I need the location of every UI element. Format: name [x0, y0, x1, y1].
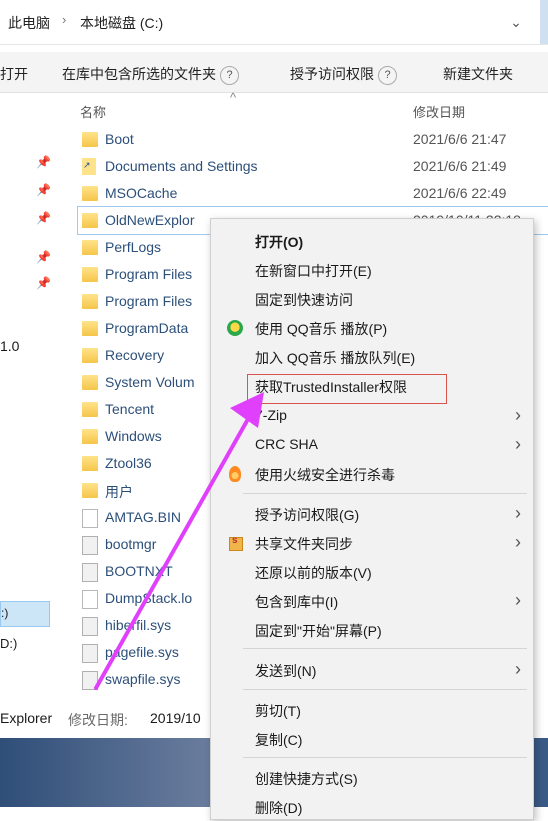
chevron-right-icon: › — [515, 532, 521, 552]
list-item[interactable]: Documents and Settings2021/6/6 21:49 — [78, 153, 548, 180]
include-in-library-label: 在库中包含所选的文件夹 — [62, 66, 216, 82]
menu-item-huorong-scan[interactable]: 使用火绒安全进行杀毒 — [211, 460, 533, 488]
nav-item-drive-d[interactable]: D:) — [0, 636, 17, 651]
menu-item-include-library[interactable]: 包含到库中(I) › — [211, 587, 533, 615]
folder-icon — [82, 294, 98, 309]
menu-separator — [243, 648, 527, 649]
folder-icon — [82, 267, 98, 282]
sort-up-icon: ^ — [230, 90, 237, 105]
system-file-icon — [82, 671, 98, 690]
menu-item-cut[interactable]: 剪切(T) — [211, 696, 533, 724]
list-item[interactable]: MSOCache 2021/6/6 22:49 — [78, 180, 548, 207]
menu-item-open[interactable]: 打开(O) — [211, 227, 533, 255]
chevron-right-icon: › — [515, 405, 521, 425]
system-file-icon — [82, 536, 98, 555]
help-icon[interactable]: ? — [378, 65, 397, 85]
menu-item-delete[interactable]: 删除(D) — [211, 793, 533, 821]
chevron-right-icon: › — [515, 659, 521, 679]
menu-item-open-new-window[interactable]: 在新窗口中打开(E) — [211, 256, 533, 284]
nav-item-drive-c[interactable]: :) — [0, 601, 50, 627]
menu-item-crc-sha[interactable]: CRC SHA › — [211, 431, 533, 459]
modified-value: 2019/10 — [150, 710, 201, 726]
qq-music-icon — [227, 320, 243, 336]
system-file-icon — [82, 617, 98, 636]
breadcrumb-local-disk[interactable]: 本地磁盘 (C:) — [80, 13, 163, 33]
folder-icon — [82, 132, 98, 147]
menu-item-copy[interactable]: 复制(C) — [211, 725, 533, 753]
folder-icon — [82, 213, 98, 228]
grant-access-button[interactable]: 授予访问权限? — [290, 64, 397, 85]
menu-item-qq-queue[interactable]: 加入 QQ音乐 播放队列(E) — [211, 343, 533, 371]
pin-icon: 📌 — [36, 183, 51, 197]
pin-icon: 📌 — [36, 250, 51, 264]
folder-icon — [82, 348, 98, 363]
pin-icon: 📌 — [36, 155, 51, 169]
folder-icon — [82, 429, 98, 444]
menu-item-send-to[interactable]: 发送到(N) › — [211, 656, 533, 684]
menu-item-7zip[interactable]: 7-Zip › — [211, 402, 533, 430]
nav-drive-c-label: :) — [1, 606, 9, 620]
menu-separator — [243, 493, 527, 494]
chevron-down-icon[interactable]: ⌄ — [504, 10, 528, 34]
help-icon[interactable]: ? — [220, 65, 239, 85]
selected-item-name: Explorer — [0, 710, 53, 726]
menu-item-pin-start[interactable]: 固定到"开始"屏幕(P) — [211, 616, 533, 644]
chevron-right-icon: › — [515, 434, 521, 454]
window-edge — [540, 0, 548, 44]
folder-icon — [82, 456, 98, 471]
navigation-pane: 📌 📌 📌 📌 📌 1.0 :) D:) — [0, 93, 70, 703]
grant-access-label: 授予访问权限 — [290, 66, 374, 82]
list-item[interactable]: Boot 2021/6/6 21:47 — [78, 126, 548, 153]
system-file-icon — [82, 563, 98, 582]
folder-icon — [82, 240, 98, 255]
breadcrumb-this-pc[interactable]: 此电脑 — [8, 13, 50, 33]
modified-label: 修改日期: — [68, 712, 128, 728]
menu-item-pin-quick-access[interactable]: 固定到快速访问 — [211, 285, 533, 313]
huorong-icon — [229, 466, 241, 482]
new-folder-button[interactable]: 新建文件夹 — [443, 64, 513, 84]
menu-item-grant-access[interactable]: 授予访问权限(G) › — [211, 500, 533, 528]
context-menu: 打开(O) 在新窗口中打开(E) 固定到快速访问 使用 QQ音乐 播放(P) 加… — [210, 218, 534, 820]
share-sync-icon — [229, 535, 243, 551]
open-button[interactable]: 打开 — [0, 64, 28, 84]
shortcut-folder-icon — [82, 158, 96, 175]
file-icon — [82, 590, 98, 609]
ribbon-toolbar: 打开 在库中包含所选的文件夹? 授予访问权限? 新建文件夹 — [0, 52, 548, 93]
menu-item-qq-play[interactable]: 使用 QQ音乐 播放(P) — [211, 314, 533, 342]
column-header: 名称 ^ 修改日期 — [78, 90, 548, 124]
system-file-icon — [82, 644, 98, 663]
column-modified[interactable]: 修改日期 — [413, 102, 465, 121]
folder-icon — [82, 186, 98, 201]
address-bar[interactable]: 此电脑 › 本地磁盘 (C:) ⌄ — [0, 0, 548, 45]
file-icon — [82, 509, 98, 528]
pin-icon: 📌 — [36, 276, 51, 290]
menu-separator — [243, 689, 527, 690]
menu-separator — [243, 757, 527, 758]
folder-icon — [82, 321, 98, 336]
column-name[interactable]: 名称 — [80, 102, 106, 121]
menu-item-restore-versions[interactable]: 还原以前的版本(V) — [211, 558, 533, 586]
pin-icon: 📌 — [36, 211, 51, 225]
chevron-right-icon: › — [515, 503, 521, 523]
menu-item-share-sync[interactable]: 共享文件夹同步› — [211, 529, 533, 557]
nav-item-version[interactable]: 1.0 — [0, 338, 19, 354]
folder-icon — [82, 483, 98, 498]
folder-icon — [82, 375, 98, 390]
breadcrumb-separator-icon: › — [62, 12, 67, 27]
chevron-right-icon: › — [515, 590, 521, 610]
highlight-box — [247, 374, 447, 404]
include-in-library-button[interactable]: 在库中包含所选的文件夹? — [62, 64, 239, 85]
menu-item-create-shortcut[interactable]: 创建快捷方式(S) — [211, 764, 533, 792]
folder-icon — [82, 402, 98, 417]
